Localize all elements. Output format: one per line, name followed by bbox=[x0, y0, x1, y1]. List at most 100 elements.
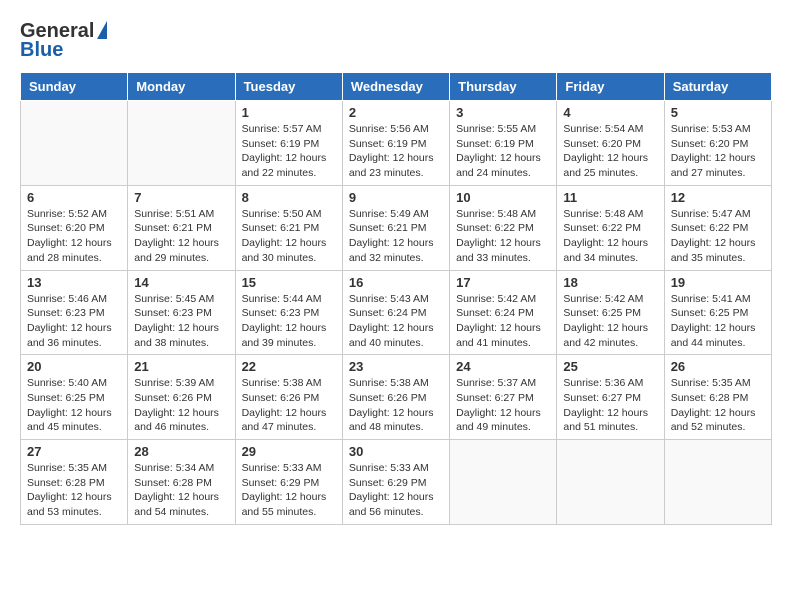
calendar-day: 26Sunrise: 5:35 AM Sunset: 6:28 PM Dayli… bbox=[664, 355, 771, 440]
calendar-day: 23 Sunrise: 5:38 AM Sunset: 6:26 PM Dayli… bbox=[342, 355, 449, 440]
day-number: 25 bbox=[563, 359, 657, 374]
day-info: Sunrise: 5:39 AM Sunset: 6:26 PM Dayligh… bbox=[134, 376, 228, 435]
calendar-day: 22 Sunrise: 5:38 AM Sunset: 6:26 PM Dayli… bbox=[235, 355, 342, 440]
day-number: 21 bbox=[134, 359, 228, 374]
calendar-week-3: 13 Sunrise: 5:46 AM Sunset: 6:23 PM Dayli… bbox=[21, 270, 772, 355]
calendar-week-2: 6 Sunrise: 5:52 AM Sunset: 6:20 PM Daylig… bbox=[21, 185, 772, 270]
day-number: 13 bbox=[27, 275, 121, 290]
logo: General Blue bbox=[20, 20, 107, 62]
day-number: 28 bbox=[134, 444, 228, 459]
calendar-day bbox=[450, 440, 557, 525]
calendar-week-5: 27Sunrise: 5:35 AM Sunset: 6:28 PM Dayli… bbox=[21, 440, 772, 525]
calendar-day: 28 Sunrise: 5:34 AM Sunset: 6:28 PM Dayli… bbox=[128, 440, 235, 525]
day-info: Sunrise: 5:40 AM Sunset: 6:25 PM Dayligh… bbox=[27, 376, 121, 435]
day-number: 17 bbox=[456, 275, 550, 290]
logo-blue-text: Blue bbox=[20, 39, 63, 62]
calendar-day: 6 Sunrise: 5:52 AM Sunset: 6:20 PM Daylig… bbox=[21, 185, 128, 270]
weekday-header-sunday: Sunday bbox=[21, 73, 128, 101]
day-number: 26 bbox=[671, 359, 765, 374]
weekday-header-tuesday: Tuesday bbox=[235, 73, 342, 101]
calendar-day: 15 Sunrise: 5:44 AM Sunset: 6:23 PM Dayli… bbox=[235, 270, 342, 355]
day-info: Sunrise: 5:57 AM Sunset: 6:19 PM Dayligh… bbox=[242, 122, 336, 181]
calendar-day: 3 Sunrise: 5:55 AM Sunset: 6:19 PM Daylig… bbox=[450, 101, 557, 186]
weekday-header-wednesday: Wednesday bbox=[342, 73, 449, 101]
day-number: 11 bbox=[563, 190, 657, 205]
calendar-day: 27Sunrise: 5:35 AM Sunset: 6:28 PM Dayli… bbox=[21, 440, 128, 525]
weekday-header-friday: Friday bbox=[557, 73, 664, 101]
day-number: 16 bbox=[349, 275, 443, 290]
day-number: 30 bbox=[349, 444, 443, 459]
day-number: 19 bbox=[671, 275, 765, 290]
day-number: 8 bbox=[242, 190, 336, 205]
weekday-header-row: SundayMondayTuesdayWednesdayThursdayFrid… bbox=[21, 73, 772, 101]
day-info: Sunrise: 5:51 AM Sunset: 6:21 PM Dayligh… bbox=[134, 207, 228, 266]
calendar-day: 17 Sunrise: 5:42 AM Sunset: 6:24 PM Dayli… bbox=[450, 270, 557, 355]
day-number: 24 bbox=[456, 359, 550, 374]
calendar-day bbox=[21, 101, 128, 186]
day-info: Sunrise: 5:50 AM Sunset: 6:21 PM Dayligh… bbox=[242, 207, 336, 266]
day-info: Sunrise: 5:42 AM Sunset: 6:25 PM Dayligh… bbox=[563, 292, 657, 351]
calendar-day: 13 Sunrise: 5:46 AM Sunset: 6:23 PM Dayli… bbox=[21, 270, 128, 355]
calendar-day: 9Sunrise: 5:49 AM Sunset: 6:21 PM Daylig… bbox=[342, 185, 449, 270]
calendar-day: 7 Sunrise: 5:51 AM Sunset: 6:21 PM Daylig… bbox=[128, 185, 235, 270]
day-number: 2 bbox=[349, 105, 443, 120]
day-info: Sunrise: 5:41 AM Sunset: 6:25 PM Dayligh… bbox=[671, 292, 765, 351]
calendar-day: 21 Sunrise: 5:39 AM Sunset: 6:26 PM Dayli… bbox=[128, 355, 235, 440]
calendar-week-1: 1 Sunrise: 5:57 AM Sunset: 6:19 PM Daylig… bbox=[21, 101, 772, 186]
day-number: 15 bbox=[242, 275, 336, 290]
calendar-day bbox=[557, 440, 664, 525]
day-info: Sunrise: 5:34 AM Sunset: 6:28 PM Dayligh… bbox=[134, 461, 228, 520]
day-info: Sunrise: 5:49 AM Sunset: 6:21 PM Dayligh… bbox=[349, 207, 443, 266]
logo-triangle-icon bbox=[97, 21, 107, 39]
calendar-day: 5 Sunrise: 5:53 AM Sunset: 6:20 PM Daylig… bbox=[664, 101, 771, 186]
day-info: Sunrise: 5:38 AM Sunset: 6:26 PM Dayligh… bbox=[349, 376, 443, 435]
day-number: 10 bbox=[456, 190, 550, 205]
calendar-week-4: 20 Sunrise: 5:40 AM Sunset: 6:25 PM Dayli… bbox=[21, 355, 772, 440]
calendar-day: 24 Sunrise: 5:37 AM Sunset: 6:27 PM Dayli… bbox=[450, 355, 557, 440]
weekday-header-thursday: Thursday bbox=[450, 73, 557, 101]
calendar-day: 19 Sunrise: 5:41 AM Sunset: 6:25 PM Dayli… bbox=[664, 270, 771, 355]
day-info: Sunrise: 5:33 AM Sunset: 6:29 PM Dayligh… bbox=[349, 461, 443, 520]
day-number: 6 bbox=[27, 190, 121, 205]
day-info: Sunrise: 5:46 AM Sunset: 6:23 PM Dayligh… bbox=[27, 292, 121, 351]
weekday-header-monday: Monday bbox=[128, 73, 235, 101]
calendar-day: 14 Sunrise: 5:45 AM Sunset: 6:23 PM Dayli… bbox=[128, 270, 235, 355]
day-number: 22 bbox=[242, 359, 336, 374]
calendar-day bbox=[128, 101, 235, 186]
day-number: 5 bbox=[671, 105, 765, 120]
day-info: Sunrise: 5:42 AM Sunset: 6:24 PM Dayligh… bbox=[456, 292, 550, 351]
day-number: 20 bbox=[27, 359, 121, 374]
page-header: General Blue bbox=[20, 20, 772, 62]
day-info: Sunrise: 5:38 AM Sunset: 6:26 PM Dayligh… bbox=[242, 376, 336, 435]
day-number: 14 bbox=[134, 275, 228, 290]
day-number: 12 bbox=[671, 190, 765, 205]
day-number: 7 bbox=[134, 190, 228, 205]
day-info: Sunrise: 5:44 AM Sunset: 6:23 PM Dayligh… bbox=[242, 292, 336, 351]
day-info: Sunrise: 5:43 AM Sunset: 6:24 PM Dayligh… bbox=[349, 292, 443, 351]
calendar-day: 29 Sunrise: 5:33 AM Sunset: 6:29 PM Dayli… bbox=[235, 440, 342, 525]
calendar-day: 4Sunrise: 5:54 AM Sunset: 6:20 PM Daylig… bbox=[557, 101, 664, 186]
calendar-day bbox=[664, 440, 771, 525]
day-number: 1 bbox=[242, 105, 336, 120]
day-info: Sunrise: 5:45 AM Sunset: 6:23 PM Dayligh… bbox=[134, 292, 228, 351]
day-info: Sunrise: 5:35 AM Sunset: 6:28 PM Dayligh… bbox=[27, 461, 121, 520]
day-info: Sunrise: 5:53 AM Sunset: 6:20 PM Dayligh… bbox=[671, 122, 765, 181]
calendar-day: 20 Sunrise: 5:40 AM Sunset: 6:25 PM Dayli… bbox=[21, 355, 128, 440]
day-info: Sunrise: 5:48 AM Sunset: 6:22 PM Dayligh… bbox=[563, 207, 657, 266]
day-info: Sunrise: 5:37 AM Sunset: 6:27 PM Dayligh… bbox=[456, 376, 550, 435]
calendar-day: 25 Sunrise: 5:36 AM Sunset: 6:27 PM Dayli… bbox=[557, 355, 664, 440]
day-info: Sunrise: 5:52 AM Sunset: 6:20 PM Dayligh… bbox=[27, 207, 121, 266]
day-info: Sunrise: 5:47 AM Sunset: 6:22 PM Dayligh… bbox=[671, 207, 765, 266]
calendar-day: 12 Sunrise: 5:47 AM Sunset: 6:22 PM Dayli… bbox=[664, 185, 771, 270]
calendar-day: 16 Sunrise: 5:43 AM Sunset: 6:24 PM Dayli… bbox=[342, 270, 449, 355]
day-info: Sunrise: 5:33 AM Sunset: 6:29 PM Dayligh… bbox=[242, 461, 336, 520]
day-number: 3 bbox=[456, 105, 550, 120]
day-info: Sunrise: 5:55 AM Sunset: 6:19 PM Dayligh… bbox=[456, 122, 550, 181]
day-info: Sunrise: 5:36 AM Sunset: 6:27 PM Dayligh… bbox=[563, 376, 657, 435]
day-number: 23 bbox=[349, 359, 443, 374]
calendar-day: 30 Sunrise: 5:33 AM Sunset: 6:29 PM Dayli… bbox=[342, 440, 449, 525]
weekday-header-saturday: Saturday bbox=[664, 73, 771, 101]
day-number: 29 bbox=[242, 444, 336, 459]
calendar-day: 2Sunrise: 5:56 AM Sunset: 6:19 PM Daylig… bbox=[342, 101, 449, 186]
calendar-day: 18Sunrise: 5:42 AM Sunset: 6:25 PM Dayli… bbox=[557, 270, 664, 355]
